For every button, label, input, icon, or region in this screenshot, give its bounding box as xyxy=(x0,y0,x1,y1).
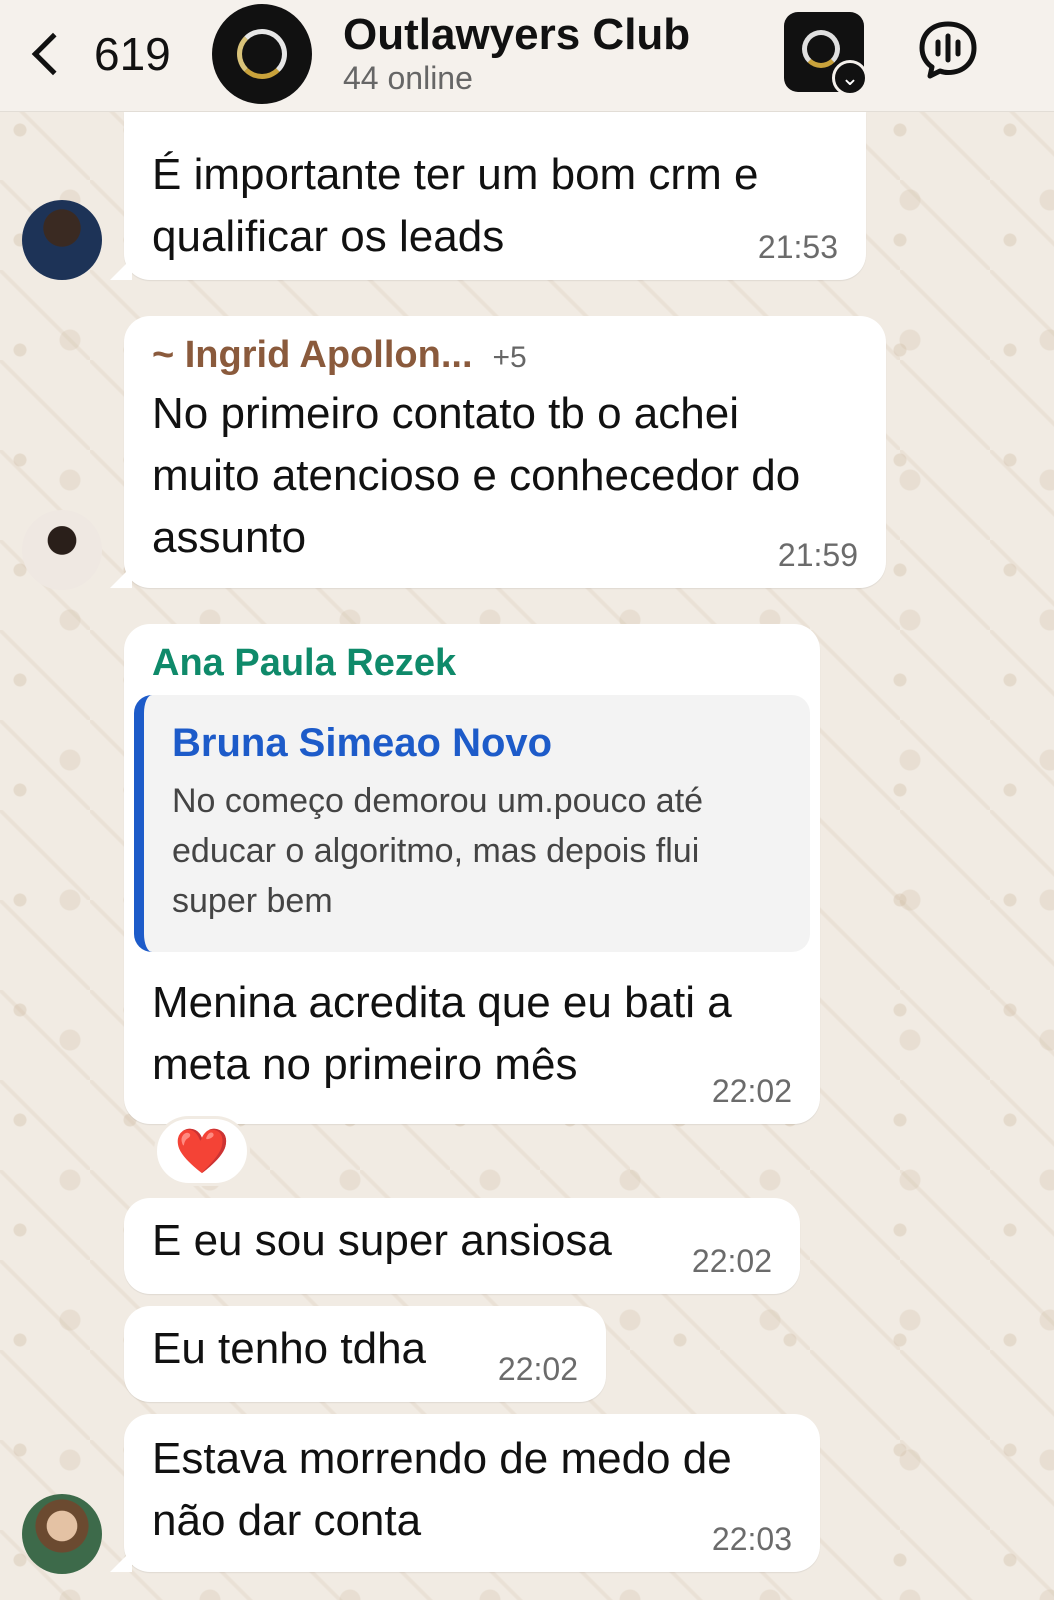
group-title[interactable]: Outlawyers Club xyxy=(343,10,690,60)
back-button[interactable]: 619 xyxy=(22,22,172,86)
message-bubble[interactable]: ~ Ingrid Apollon... +5 No primeiro contat… xyxy=(110,316,886,588)
voice-chat-button[interactable] xyxy=(916,18,980,82)
quoted-sender: Bruna Simeao Novo xyxy=(172,721,553,765)
group-avatar[interactable] xyxy=(212,4,312,104)
avatar[interactable] xyxy=(22,1494,102,1574)
message-time: 21:53 xyxy=(757,229,838,265)
message-text: Estava morrendo de medo de não dar conta xyxy=(152,1434,732,1545)
message-text: É importante ter um bom crm e qualificar… xyxy=(152,150,759,261)
unread-count: 619 xyxy=(94,28,171,80)
message-bubble[interactable]: É importante ter um bom crm e qualificar… xyxy=(110,112,866,280)
message-bubble[interactable]: Estava morrendo de medo de não dar conta… xyxy=(110,1414,820,1572)
chevron-down-icon: ⌄ xyxy=(832,60,868,96)
message-time: 22:03 xyxy=(711,1521,792,1557)
message-bubble[interactable]: Eu tenho tdha 22:02 xyxy=(124,1306,606,1402)
heart-reaction[interactable]: ❤️ xyxy=(154,1116,250,1186)
group-logo-icon xyxy=(237,29,287,79)
sender-extra: +5 xyxy=(492,341,527,374)
chat-header: 619 Outlawyers Club 44 online ⌄ xyxy=(0,0,1054,112)
message-text: No primeiro contato tb o achei muito ate… xyxy=(152,389,801,562)
message-text: E eu sou super ansiosa xyxy=(152,1216,612,1265)
avatar[interactable] xyxy=(22,200,102,280)
quoted-message[interactable]: Bruna Simeao Novo No começo demorou um.p… xyxy=(134,695,810,952)
message-time: 22:02 xyxy=(497,1351,578,1387)
message-text: Menina acredita que eu bati a meta no pr… xyxy=(152,978,732,1089)
community-button[interactable]: ⌄ xyxy=(784,12,868,96)
community-icon xyxy=(802,30,840,68)
heart-icon: ❤️ xyxy=(174,1127,230,1176)
message-time: 22:02 xyxy=(691,1243,772,1279)
sender-name-text: ~ Ingrid Apollon... xyxy=(152,334,473,376)
online-count: 44 online xyxy=(343,60,473,96)
voice-chat-icon xyxy=(919,21,977,79)
avatar[interactable] xyxy=(22,510,102,590)
message-bubble[interactable]: Ana Paula Rezek Bruna Simeao Novo No com… xyxy=(124,624,820,1124)
back-chevron-icon xyxy=(31,32,75,76)
message-time: 22:02 xyxy=(711,1073,792,1109)
quoted-text: No começo demorou um.pouco até educar o … xyxy=(172,782,704,920)
message-time: 21:59 xyxy=(777,537,858,573)
message-bubble[interactable]: E eu sou super ansiosa 22:02 xyxy=(124,1198,800,1294)
sender-name[interactable]: Ana Paula Rezek xyxy=(152,642,792,685)
sender-name[interactable]: ~ Ingrid Apollon... +5 xyxy=(152,334,858,377)
